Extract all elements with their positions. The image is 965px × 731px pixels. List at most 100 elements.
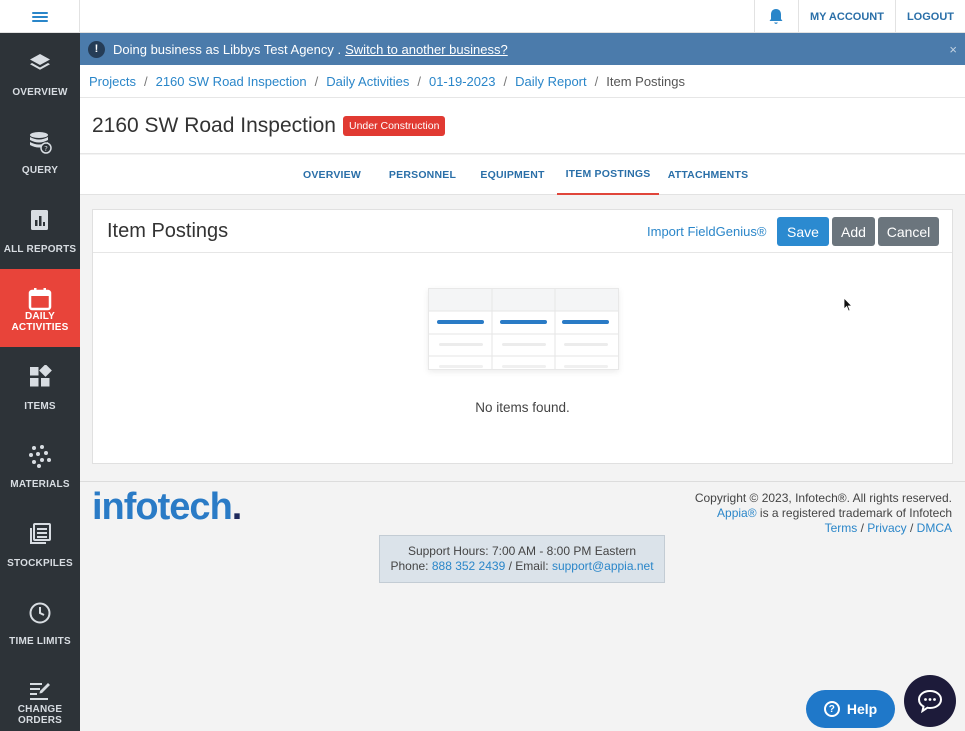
breadcrumb-separator: / xyxy=(417,73,421,89)
breadcrumb: Projects / 2160 SW Road Inspection / Dai… xyxy=(80,65,965,98)
chat-button[interactable] xyxy=(904,675,956,727)
trademark-line: Appia® is a registered trademark of Info… xyxy=(695,506,952,521)
status-badge: Under Construction xyxy=(342,115,446,136)
breadcrumb-separator: / xyxy=(503,73,508,89)
support-hours: Support Hours: 7:00 AM - 8:00 PM Eastern xyxy=(407,544,637,558)
sidebar-item-materials[interactable]: MATERIALS xyxy=(0,426,80,505)
sidebar-item-change-orders[interactable]: CHANGE ORDERS xyxy=(0,661,80,731)
report-tabs: OVERVIEW PERSONNEL EQUIPMENT ITEM POSTIN… xyxy=(80,155,965,195)
tab-personnel[interactable]: PERSONNEL xyxy=(384,155,461,195)
business-banner: ! Doing business as Libbys Test Agency .… xyxy=(80,33,965,65)
my-account-link[interactable]: MY ACCOUNT xyxy=(797,0,895,33)
switch-business-link[interactable]: Switch to another business? xyxy=(345,42,508,57)
clock-icon xyxy=(29,602,51,623)
dmca-link[interactable]: DMCA xyxy=(917,521,952,535)
stack-icon xyxy=(30,523,51,544)
sidebar-item-label: DAILY ACTIVITIES xyxy=(11,311,69,333)
sidebar-item-label: STOCKPILES xyxy=(7,557,73,569)
sidebar: OVERVIEW ? QUERY ALL REPORTS DAILY ACTIV… xyxy=(0,33,80,731)
appia-link[interactable]: Appia® xyxy=(717,506,757,520)
sidebar-item-time-limits[interactable]: TIME LIMITS xyxy=(0,583,80,662)
hamburger-icon xyxy=(31,11,48,22)
tab-item-postings[interactable]: ITEM POSTINGS xyxy=(557,155,659,195)
import-fieldgenius-link[interactable]: Import FieldGenius® xyxy=(647,224,766,239)
panel-header: Item Postings Import FieldGenius® Save A… xyxy=(93,210,952,253)
banner-text: Doing business as Libbys Test Agency . xyxy=(113,41,342,57)
sidebar-item-overview[interactable]: OVERVIEW xyxy=(0,33,80,112)
calendar-icon xyxy=(28,287,52,310)
breadcrumb-current: Item Postings xyxy=(606,73,686,89)
info-icon: ! xyxy=(88,40,105,58)
mouse-cursor-icon xyxy=(843,297,853,312)
legal-links: Terms / Privacy / DMCA xyxy=(695,521,952,536)
cancel-button[interactable]: Cancel xyxy=(878,217,939,246)
edit-list-icon xyxy=(30,683,50,700)
breadcrumb-daily-report[interactable]: Daily Report xyxy=(515,74,587,89)
top-right-actions: MY ACCOUNT LOGOUT xyxy=(753,0,965,33)
sidebar-item-label: MATERIALS xyxy=(10,479,70,490)
help-button[interactable]: ? Help xyxy=(806,690,895,728)
sidebar-item-label: CHANGE ORDERS xyxy=(17,703,63,726)
logo-text-accent: tech xyxy=(157,486,233,528)
logo-text-main: info xyxy=(92,486,159,528)
breadcrumb-separator: / xyxy=(143,73,148,89)
copyright-block: Copyright © 2023, Infotech®. All rights … xyxy=(695,491,952,536)
email-link[interactable]: support@appia.net xyxy=(552,559,654,573)
phone-link[interactable]: 888 352 2439 xyxy=(432,559,505,573)
trademark-text: is a registered trademark of Infotech xyxy=(756,506,952,520)
logout-link[interactable]: LOGOUT xyxy=(894,0,965,33)
database-query-icon: ? xyxy=(30,131,52,154)
help-circle-icon: ? xyxy=(823,701,840,717)
sidebar-item-label: ITEMS xyxy=(24,400,56,412)
help-label: Help xyxy=(846,701,878,717)
footer-divider xyxy=(80,481,965,482)
sidebar-item-label: OVERVIEW xyxy=(12,86,68,98)
breadcrumb-daily-activities[interactable]: Daily Activities xyxy=(326,74,409,89)
bell-icon xyxy=(769,8,783,24)
item-postings-panel: Item Postings Import FieldGenius® Save A… xyxy=(92,209,953,464)
project-header: 2160 SW Road Inspection Under Constructi… xyxy=(80,98,965,154)
page-title: 2160 SW Road Inspection xyxy=(92,113,336,137)
privacy-link[interactable]: Privacy xyxy=(867,521,906,535)
empty-state-text: No items found. xyxy=(475,400,570,415)
infotech-logo: infotech. xyxy=(92,486,242,528)
sidebar-item-label: ALL REPORTS xyxy=(3,243,77,255)
phone-label: Phone: xyxy=(390,559,432,573)
empty-table-graphic xyxy=(429,289,618,369)
add-button[interactable]: Add xyxy=(832,217,875,246)
menu-toggle-button[interactable] xyxy=(0,0,80,33)
breadcrumb-projects[interactable]: Projects xyxy=(89,74,136,89)
legal-separator: / xyxy=(857,521,868,535)
sidebar-item-items[interactable]: ITEMS xyxy=(0,347,80,426)
panel-title: Item Postings xyxy=(107,220,229,242)
legal-separator: / xyxy=(906,521,917,535)
support-contact: Phone: 888 352 2439 / Email: support@app… xyxy=(380,559,664,574)
breadcrumb-separator: / xyxy=(314,73,319,89)
tab-equipment[interactable]: EQUIPMENT xyxy=(474,155,551,195)
support-box: Support Hours: 7:00 AM - 8:00 PM Eastern… xyxy=(379,535,665,583)
sidebar-item-daily-activities[interactable]: DAILY ACTIVITIES xyxy=(0,268,80,347)
sidebar-item-query[interactable]: ? QUERY xyxy=(0,112,80,191)
copyright-text: Copyright © 2023, Infotech®. All rights … xyxy=(694,491,952,505)
chat-bubble-icon xyxy=(917,689,943,713)
layers-icon xyxy=(30,54,50,70)
report-chart-icon xyxy=(31,210,48,230)
breadcrumb-project[interactable]: 2160 SW Road Inspection xyxy=(156,74,307,89)
empty-table-illustration xyxy=(428,288,619,370)
svg-text:?: ? xyxy=(44,145,48,153)
tab-attachments[interactable]: ATTACHMENTS xyxy=(665,155,751,195)
terms-link[interactable]: Terms xyxy=(825,521,858,535)
dots-icon xyxy=(29,444,51,468)
tab-overview[interactable]: OVERVIEW xyxy=(294,155,370,195)
notifications-button[interactable] xyxy=(753,0,798,33)
breadcrumb-separator: / xyxy=(594,73,599,89)
sidebar-item-label: TIME LIMITS xyxy=(9,636,71,647)
close-icon[interactable]: × xyxy=(949,42,957,57)
save-button[interactable]: Save xyxy=(777,217,829,246)
sidebar-item-stockpiles[interactable]: STOCKPILES xyxy=(0,504,80,583)
sidebar-item-all-reports[interactable]: ALL REPORTS xyxy=(0,190,80,269)
email-label: / Email: xyxy=(505,559,552,573)
breadcrumb-date[interactable]: 01-19-2023 xyxy=(429,74,496,89)
top-bar: MY ACCOUNT LOGOUT xyxy=(0,0,965,33)
sidebar-item-label: QUERY xyxy=(21,165,59,176)
